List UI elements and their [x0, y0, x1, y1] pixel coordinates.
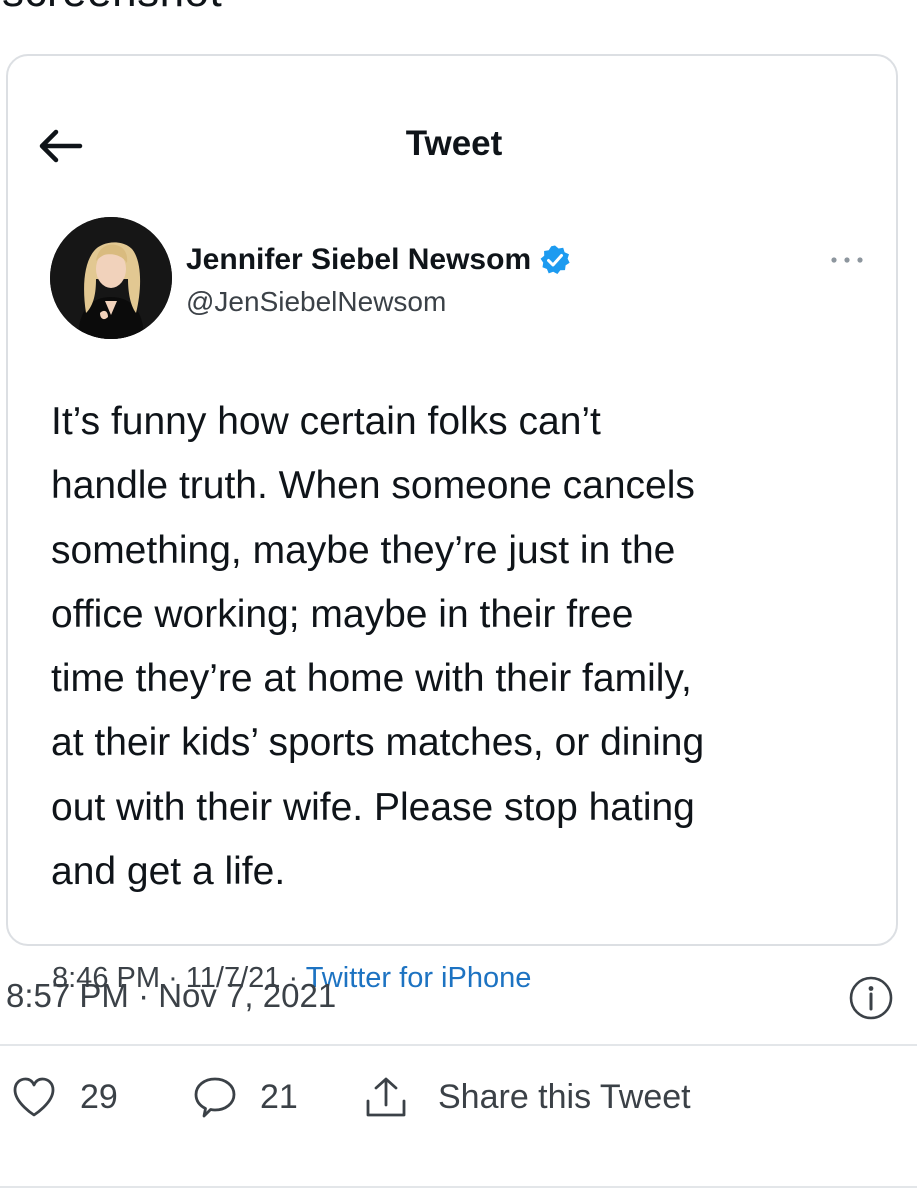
- reply-button[interactable]: 21: [192, 1074, 298, 1120]
- cropped-heading: screenshot: [2, 0, 222, 18]
- outer-timestamp[interactable]: 8:57 PM · Nov 7, 2021: [6, 974, 336, 1018]
- reply-icon: [194, 1077, 236, 1118]
- tweet-line: office working; maybe in their free: [51, 592, 634, 636]
- heart-icon: [13, 1077, 55, 1117]
- quoted-tweet-card[interactable]: Tweet Jennifer Siebel Newsom @JenSiebelN…: [6, 54, 898, 994]
- avatar[interactable]: [50, 217, 172, 339]
- bottom-divider: [0, 1186, 917, 1188]
- tweet-text: It’s funny how certain folks can’t handle…: [51, 390, 891, 904]
- tweet-line: out with their wife. Please stop hating: [51, 785, 695, 829]
- like-count: 29: [80, 1078, 118, 1116]
- embed-source-link[interactable]: Twitter for iPhone: [306, 962, 532, 994]
- author-display-name[interactable]: Jennifer Siebel Newsom: [186, 240, 531, 280]
- divider: [0, 1044, 917, 1046]
- like-button[interactable]: 29: [10, 1074, 118, 1120]
- share-label: Share this Tweet: [438, 1078, 691, 1116]
- tweet-line: It’s funny how certain folks can’t: [51, 400, 601, 443]
- info-icon[interactable]: [848, 975, 894, 1021]
- tweet-line: and get a life.: [51, 850, 286, 894]
- reply-count: 21: [260, 1078, 298, 1116]
- page: screenshot Tweet Jennifer Siebel Newsom: [0, 0, 917, 1200]
- verified-icon: [540, 245, 570, 274]
- tweet-line: handle truth. When someone cancels: [51, 464, 695, 508]
- card-title: Tweet: [405, 124, 503, 163]
- tweet-line: at their kids’ sports matches, or dining: [51, 721, 705, 765]
- share-icon: [366, 1077, 406, 1117]
- more-icon[interactable]: [824, 248, 870, 272]
- author-row[interactable]: Jennifer Siebel Newsom: [186, 240, 571, 280]
- tweet-line: something, maybe they’re just in the: [51, 528, 676, 572]
- tweet-line: time they’re at home with their family,: [51, 657, 692, 701]
- share-button[interactable]: Share this Tweet: [364, 1074, 691, 1120]
- author-handle[interactable]: @JenSiebelNewsom: [186, 284, 446, 320]
